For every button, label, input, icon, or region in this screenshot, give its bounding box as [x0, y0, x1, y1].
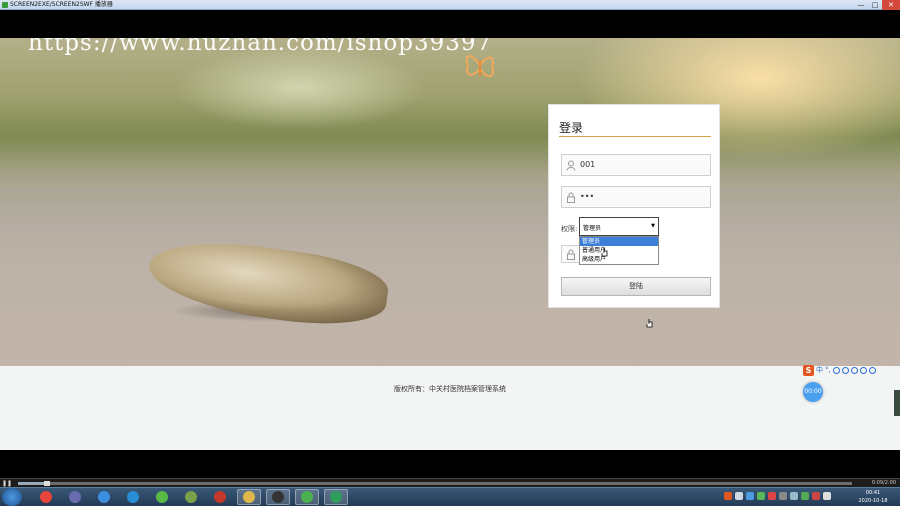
window-controls: — □ ✕: [854, 0, 900, 10]
recorder-icon[interactable]: [324, 489, 348, 505]
password-field[interactable]: •••: [561, 186, 711, 208]
network-icon[interactable]: [779, 492, 787, 500]
role-select[interactable]: 管理员 ▼: [579, 217, 659, 236]
baidu-cloud-icon-glyph: [98, 491, 110, 503]
login-title: 登录: [559, 121, 584, 135]
ime-mode[interactable]: 中: [816, 365, 823, 375]
hero-background-image: https://www.huzhan.com/ishop39397: [0, 38, 900, 366]
folder-icon[interactable]: [237, 489, 261, 505]
skin-icon[interactable]: [859, 366, 867, 374]
wechat-icon-glyph: [301, 491, 313, 503]
sogou-tray-icon[interactable]: [724, 492, 732, 500]
app-icon-glyph: [185, 491, 197, 503]
player-app-icon: [2, 2, 8, 8]
role-label: 权限:: [561, 225, 578, 233]
shield-icon[interactable]: [746, 492, 754, 500]
toolbox-icon[interactable]: [868, 366, 876, 374]
qq-icon-glyph: [272, 491, 284, 503]
360-icon[interactable]: [150, 489, 174, 505]
wechat-icon[interactable]: [295, 489, 319, 505]
seek-bar[interactable]: [18, 481, 852, 486]
clock-time: 00:41: [865, 490, 881, 496]
tray-icon[interactable]: [823, 492, 831, 500]
ime-punct[interactable]: °,: [825, 366, 831, 374]
tray-icon[interactable]: [812, 492, 820, 500]
flash-icon-glyph: [214, 491, 226, 503]
copyright-text: 版权所有：中关村医院档案管理系统: [394, 385, 506, 393]
system-tray: [724, 492, 831, 500]
username-field[interactable]: 001: [561, 154, 711, 176]
chevron-down-icon: ▼: [651, 223, 655, 229]
watermark-url: https://www.huzhan.com/ishop39397: [28, 38, 493, 56]
emoji-icon[interactable]: [832, 366, 840, 374]
role-option-advanced[interactable]: 高级用户: [580, 255, 658, 264]
folder-icon-glyph: [243, 491, 255, 503]
window-titlebar: SCREEN2EXE/SCREEN2SWF 播放器 — □ ✕: [0, 0, 900, 10]
role-option-admin[interactable]: 管理员: [580, 237, 658, 246]
start-button[interactable]: [2, 488, 22, 506]
login-button[interactable]: 登陆: [561, 277, 711, 296]
qq-icon[interactable]: [266, 489, 290, 505]
title-underline: [559, 136, 711, 137]
seek-progress: [18, 482, 48, 485]
wechat-tray-icon[interactable]: [757, 492, 765, 500]
app-icon[interactable]: [179, 489, 203, 505]
pause-icon[interactable]: ❚❚: [2, 480, 12, 487]
media-player-icon[interactable]: [63, 489, 87, 505]
window-title: SCREEN2EXE/SCREEN2SWF 播放器: [10, 1, 113, 8]
login-panel: 登录 001 ••• 权限: 管理员 ▼ 管理员 普通用户 高级用户 登陆: [548, 104, 720, 308]
mic-icon[interactable]: [841, 366, 849, 374]
tray-icon[interactable]: [735, 492, 743, 500]
keyboard-icon[interactable]: [850, 366, 858, 374]
baidu-cloud-icon[interactable]: [92, 489, 116, 505]
chrome-icon-glyph: [40, 491, 52, 503]
flash-icon[interactable]: [208, 489, 232, 505]
lock-icon: [567, 249, 575, 260]
minimize-button[interactable]: —: [854, 0, 868, 10]
floating-timer-badge[interactable]: 00:00: [803, 382, 823, 402]
web-page: https://www.huzhan.com/ishop39397 登录 001…: [0, 38, 900, 450]
letterbox-top: [0, 10, 900, 38]
password-value: •••: [580, 192, 595, 201]
screen: SCREEN2EXE/SCREEN2SWF 播放器 — □ ✕ https://…: [0, 0, 900, 506]
road-surface: [0, 188, 900, 366]
browser-icon-glyph: [127, 491, 139, 503]
role-option-normal[interactable]: 普通用户: [580, 246, 658, 255]
close-button[interactable]: ✕: [882, 0, 900, 10]
chrome-icon[interactable]: [34, 489, 58, 505]
recorder-icon-glyph: [330, 491, 342, 503]
player-controls: ❚❚ 0:09/2:00: [0, 478, 900, 487]
tray-icon[interactable]: [801, 492, 809, 500]
role-dropdown-list: 管理员 普通用户 高级用户: [579, 236, 659, 265]
360-icon-glyph: [156, 491, 168, 503]
tray-icon[interactable]: [768, 492, 776, 500]
media-player-icon-glyph: [69, 491, 81, 503]
user-icon: [566, 160, 576, 171]
taskbar: 00:41 2020-10-18: [0, 487, 900, 506]
letterbox-bottom: [0, 450, 900, 478]
hand-cursor-icon: [646, 319, 653, 328]
system-clock[interactable]: 00:41 2020-10-18: [850, 489, 896, 505]
ime-toolbar[interactable]: S 中 °,: [803, 364, 900, 376]
taskbar-apps: [34, 489, 348, 505]
volume-icon[interactable]: [790, 492, 798, 500]
hand-cursor-icon: [601, 248, 608, 257]
side-tab[interactable]: [894, 390, 900, 416]
maximize-button[interactable]: □: [868, 0, 882, 10]
role-selected-value: 管理员: [583, 225, 602, 232]
browser-icon[interactable]: [121, 489, 145, 505]
username-value: 001: [580, 160, 596, 169]
lock-icon: [567, 192, 575, 203]
seek-thumb[interactable]: [44, 481, 51, 486]
clock-date: 2020-10-18: [858, 498, 888, 504]
sogou-logo-icon[interactable]: S: [803, 364, 814, 376]
